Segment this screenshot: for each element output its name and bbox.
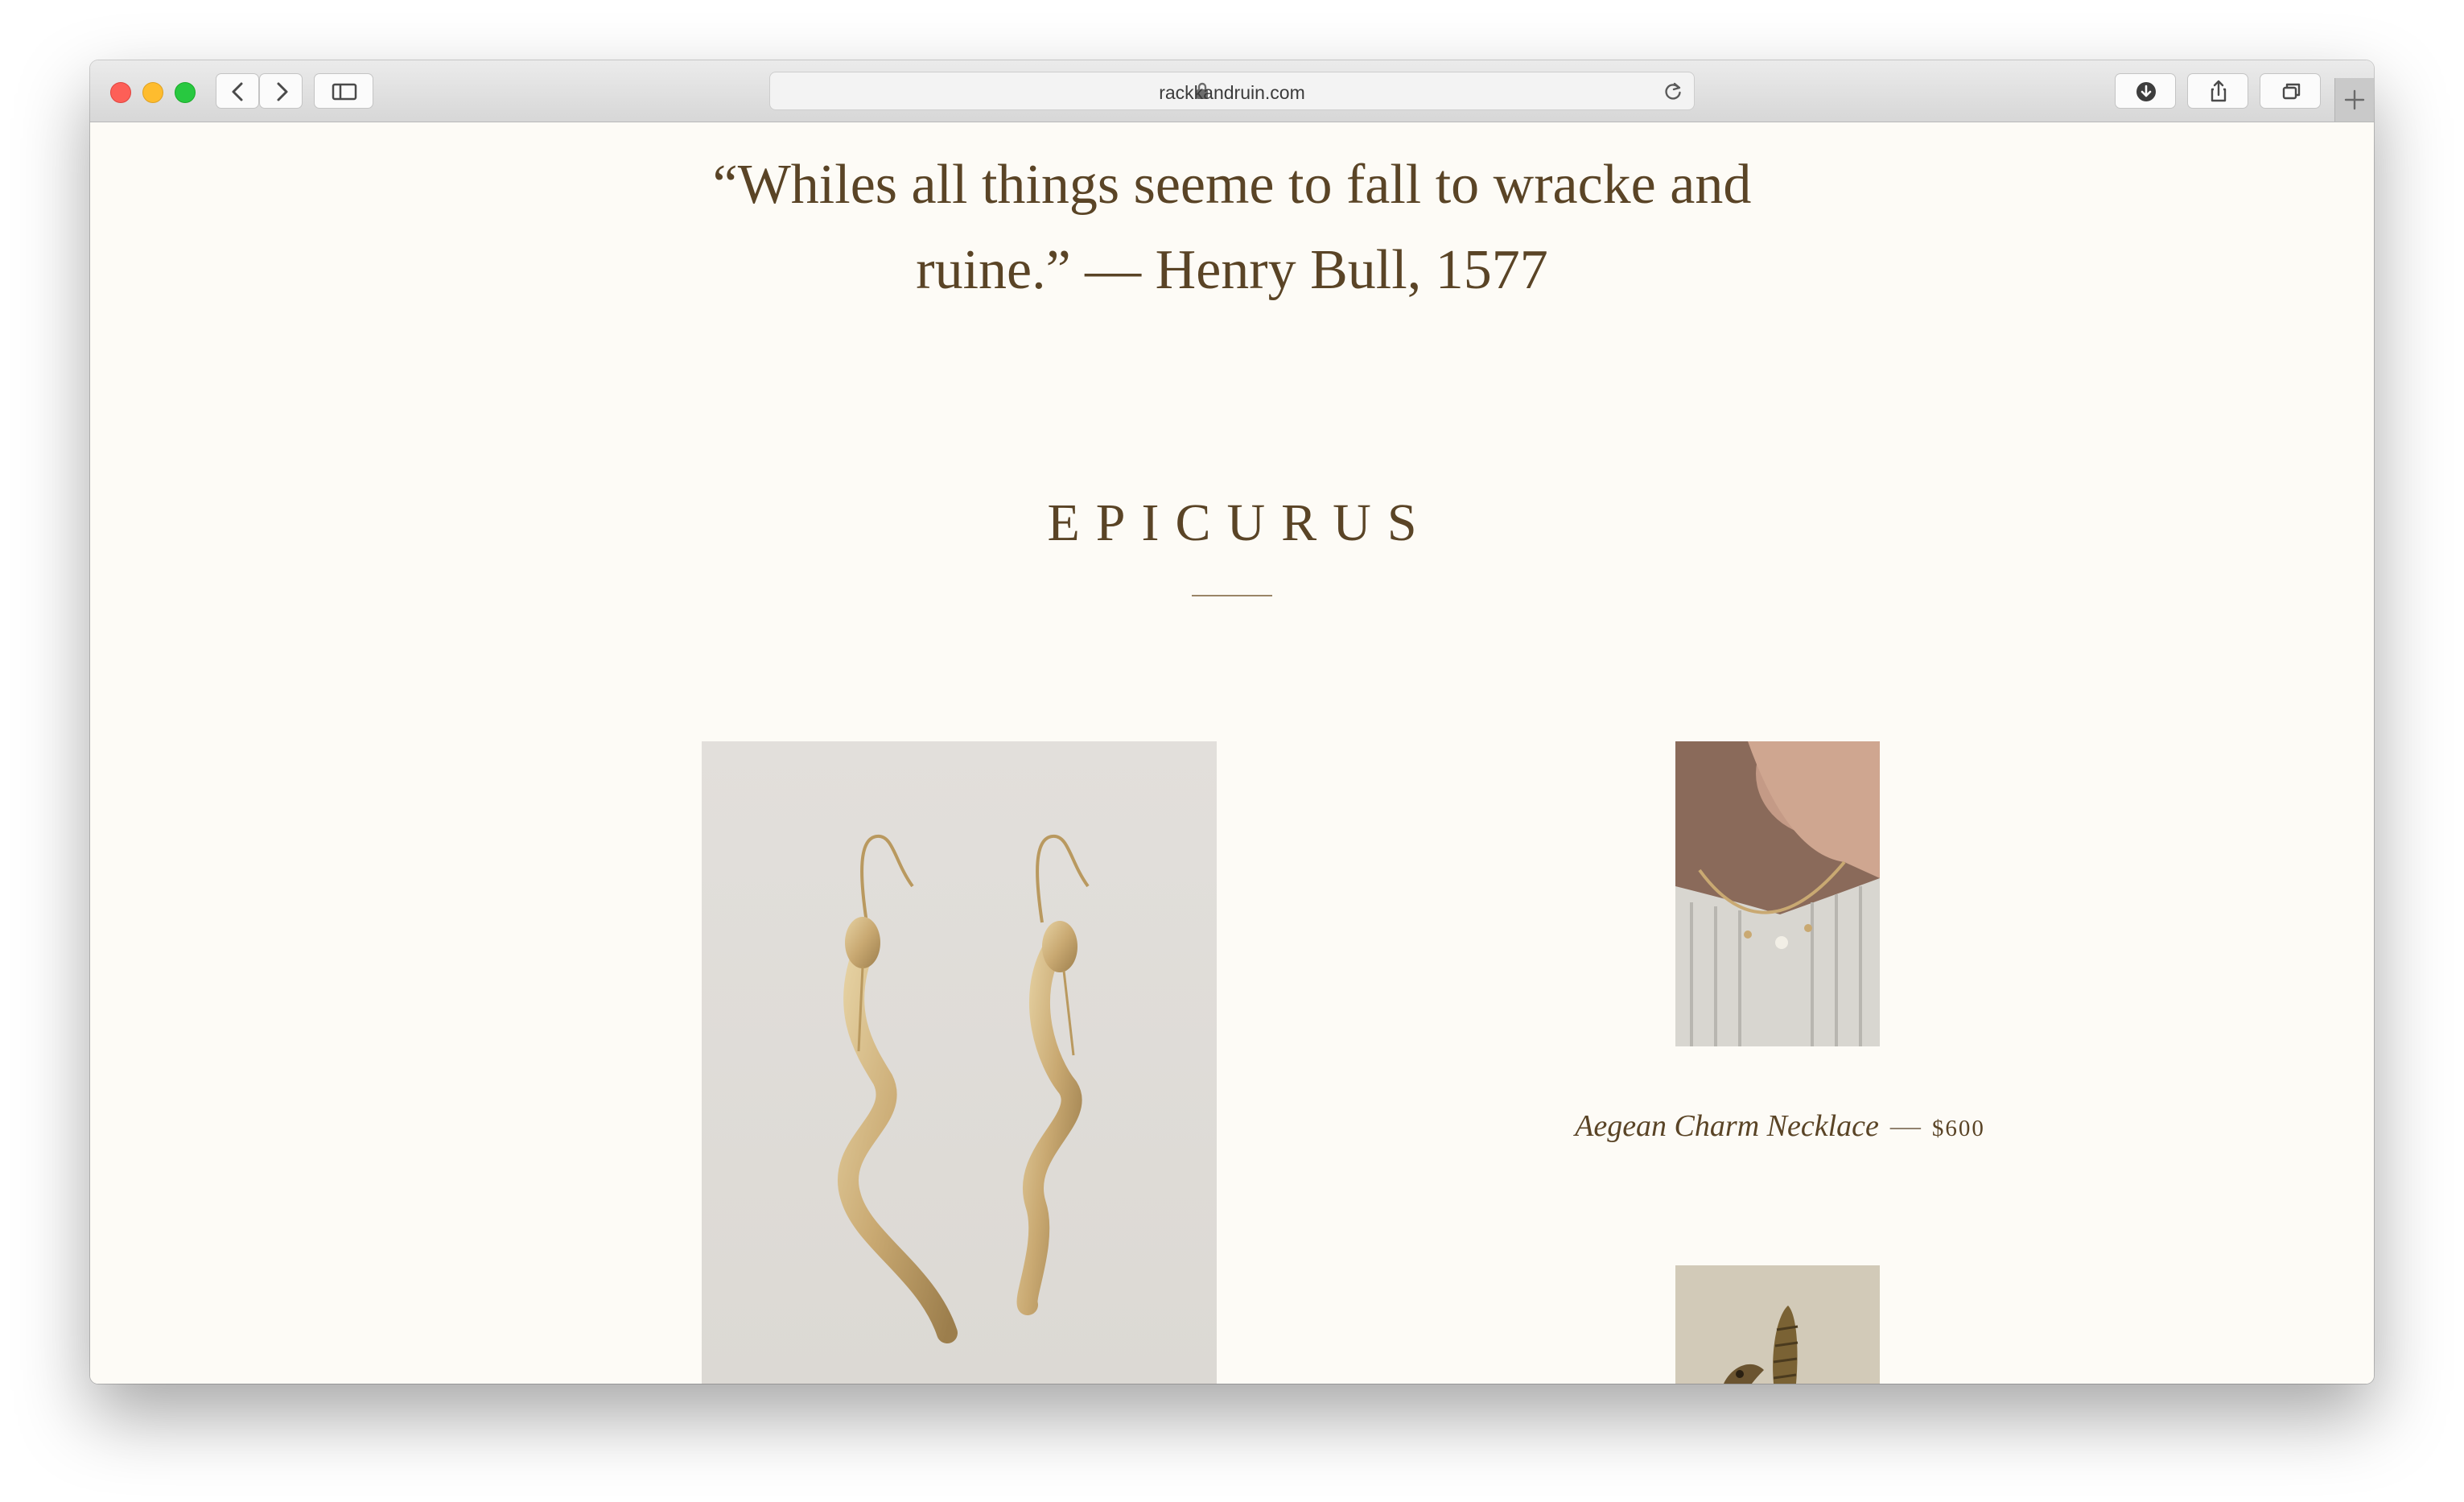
- reload-icon[interactable]: [1662, 80, 1684, 103]
- section-title: EPICURUS: [1047, 493, 1433, 552]
- browser-window: rackkandruin.com “Whiles all things seem…: [90, 60, 2374, 1384]
- price-separator: —: [1889, 1109, 1921, 1143]
- forward-icon: [277, 82, 288, 101]
- new-tab-icon: [2344, 89, 2365, 110]
- new-tab-button[interactable]: [2334, 78, 2374, 122]
- epigraph-quote: “Whiles all things seeme to fall to wrac…: [712, 154, 1752, 301]
- close-window-button[interactable]: [110, 82, 131, 103]
- sidebar-button[interactable]: [314, 73, 373, 109]
- tabs-icon: [2282, 83, 2301, 100]
- snake-earrings-image[interactable]: [702, 741, 1217, 1384]
- fish-product-image[interactable]: [1675, 1265, 1880, 1384]
- share-button[interactable]: [2187, 73, 2248, 109]
- back-icon: [232, 82, 243, 101]
- browser-toolbar: rackkandruin.com: [90, 60, 2374, 122]
- forward-button[interactable]: [259, 73, 303, 109]
- url-text: rackkandruin.com: [1159, 82, 1305, 103]
- downloads-button[interactable]: [2115, 73, 2176, 109]
- title-divider: [1192, 595, 1272, 596]
- page-content: “Whiles all things seeme to fall to wrac…: [90, 122, 2374, 1384]
- address-bar[interactable]: rackkandruin.com: [769, 72, 1695, 110]
- tab-overview-button[interactable]: [2260, 73, 2321, 109]
- download-icon: [2136, 82, 2156, 101]
- zoom-window-button[interactable]: [175, 82, 196, 103]
- product-name[interactable]: Aegean Charm Necklace: [1575, 1109, 1879, 1143]
- sidebar-icon: [332, 83, 357, 101]
- necklace-product-image[interactable]: [1675, 741, 1880, 1046]
- back-button[interactable]: [216, 73, 259, 109]
- share-icon: [2211, 80, 2227, 102]
- product-price: $600: [1931, 1116, 1985, 1141]
- product-caption[interactable]: Aegean Charm Necklace — $600: [1378, 1108, 2182, 1144]
- minimize-window-button[interactable]: [142, 82, 163, 103]
